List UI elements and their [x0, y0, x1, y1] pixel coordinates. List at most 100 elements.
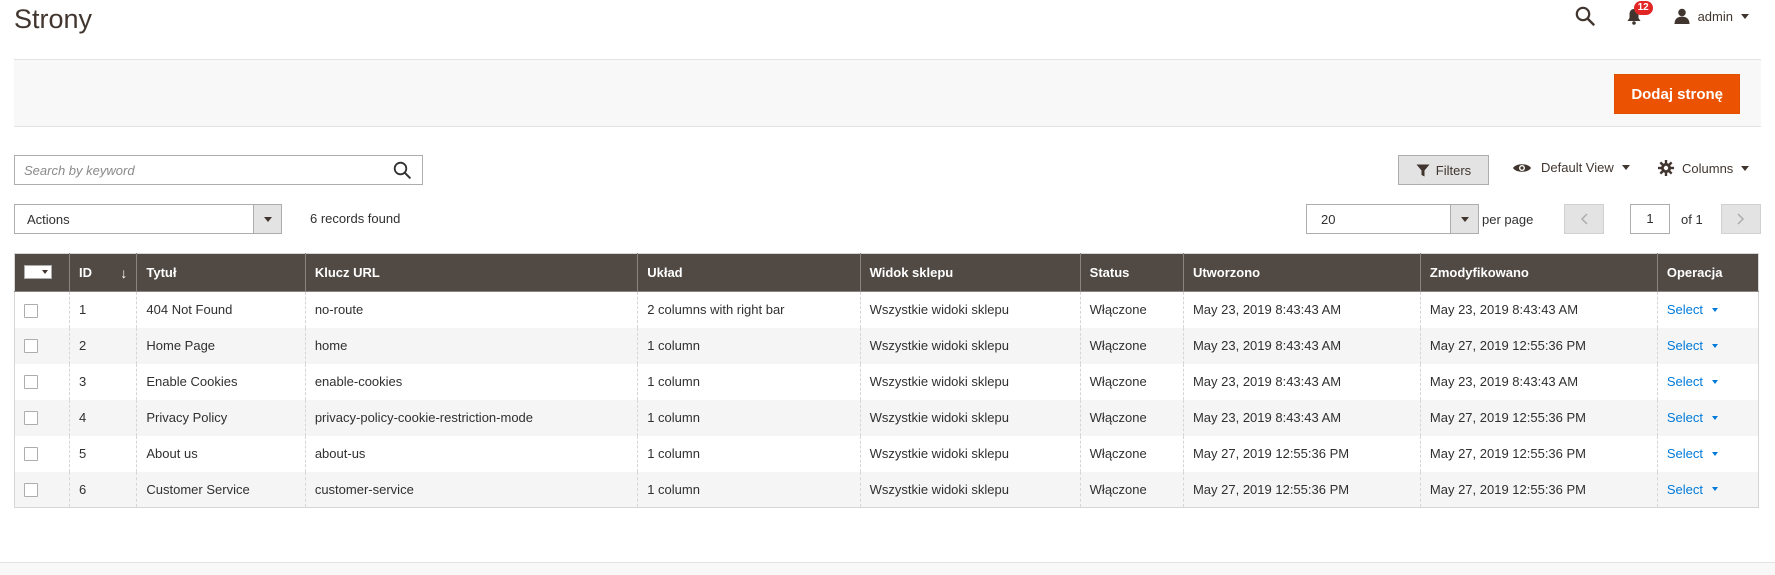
row-action-select[interactable]: Select: [1667, 482, 1718, 497]
row-action-select[interactable]: Select: [1667, 410, 1718, 425]
keyword-search: [14, 155, 423, 185]
default-view-dropdown[interactable]: Default View: [1512, 160, 1630, 175]
row-checkbox[interactable]: [24, 447, 38, 462]
cell-url-key: no-route: [304, 291, 638, 328]
search-submit-icon[interactable]: [382, 156, 422, 184]
columns-chevron-down-icon: [1741, 165, 1750, 171]
chevron-right-icon: [1737, 213, 1745, 225]
mass-select-header[interactable]: [14, 253, 70, 292]
cell-layout: 2 columns with right bar: [637, 291, 861, 328]
filters-label: Filters: [1435, 162, 1472, 178]
cell-status: Włączone: [1079, 399, 1184, 436]
cell-modified: May 27, 2019 12:55:36 PM: [1419, 435, 1658, 472]
row-action: Select: [1656, 291, 1759, 328]
row-action-select[interactable]: Select: [1667, 446, 1718, 461]
cell-created: May 23, 2019 8:43:43 AM: [1182, 291, 1421, 328]
page-actions-bar: Dodaj stronę: [14, 59, 1761, 127]
add-page-button[interactable]: Dodaj stronę: [1614, 74, 1740, 114]
user-menu[interactable]: admin: [1674, 8, 1749, 24]
row-select[interactable]: [14, 327, 70, 364]
column-header-layout[interactable]: Układ: [637, 253, 861, 292]
cell-modified: May 27, 2019 12:55:36 PM: [1419, 471, 1658, 508]
cell-id: 1: [69, 291, 137, 328]
current-page-input[interactable]: 1: [1630, 204, 1670, 234]
per-page-select[interactable]: 20: [1306, 204, 1479, 234]
cell-store-view: Wszystkie widoki sklepu: [859, 327, 1081, 364]
cell-created: May 23, 2019 8:43:43 AM: [1182, 399, 1421, 436]
row-action-select[interactable]: Select: [1667, 302, 1718, 317]
gear-icon: [1658, 160, 1674, 176]
per-page-value: 20: [1321, 211, 1336, 227]
column-header-url-key[interactable]: Klucz URL: [304, 253, 638, 292]
row-checkbox[interactable]: [24, 303, 38, 318]
table-row[interactable]: 6 Customer Service customer-service 1 co…: [14, 471, 1759, 508]
row-checkbox[interactable]: [24, 411, 38, 426]
cell-title: About us: [136, 435, 306, 472]
per-page-chevron-down-icon: [1450, 205, 1478, 233]
column-header-created[interactable]: Utworzono: [1182, 253, 1421, 292]
cell-created: May 27, 2019 12:55:36 PM: [1182, 471, 1421, 508]
cell-store-view: Wszystkie widoki sklepu: [859, 399, 1081, 436]
previous-page-button[interactable]: [1564, 204, 1604, 234]
next-page-button[interactable]: [1721, 204, 1761, 234]
row-select[interactable]: [15, 364, 70, 400]
records-found-count: 6 records found: [310, 211, 401, 226]
columns-dropdown[interactable]: Columns: [1658, 160, 1750, 176]
cell-created: May 23, 2019 8:43:43 AM: [1182, 327, 1421, 364]
cell-title: 404 Not Found: [136, 291, 306, 328]
cell-url-key: enable-cookies: [304, 363, 638, 400]
notifications-bell-icon[interactable]: 12: [1624, 1, 1653, 26]
row-checkbox[interactable]: [24, 483, 38, 498]
cell-title: Customer Service: [136, 471, 306, 508]
cell-status: Włączone: [1079, 327, 1184, 364]
cell-status: Włączone: [1079, 471, 1184, 508]
table-row[interactable]: 2 Home Page home 1 column Wszystkie wido…: [14, 327, 1759, 364]
row-checkbox[interactable]: [24, 339, 38, 354]
filters-button[interactable]: Filters: [1398, 155, 1489, 185]
cell-layout: 1 column: [637, 327, 861, 364]
row-action: Select: [1656, 435, 1759, 472]
row-select[interactable]: [14, 399, 70, 436]
table-row[interactable]: 1 404 Not Found no-route 2 columns with …: [15, 291, 1759, 328]
table-row[interactable]: 4 Privacy Policy privacy-policy-cookie-r…: [14, 399, 1759, 436]
cell-layout: 1 column: [637, 399, 861, 436]
mass-actions-label: Actions: [27, 211, 70, 227]
cell-layout: 1 column: [637, 435, 861, 472]
mass-select-checkbox[interactable]: [24, 264, 52, 279]
row-select[interactable]: [15, 292, 70, 328]
cell-url-key: privacy-policy-cookie-restriction-mode: [304, 399, 638, 436]
cell-title: Home Page: [136, 327, 306, 364]
cell-title: Enable Cookies: [136, 363, 306, 400]
cell-url-key: about-us: [304, 435, 638, 472]
column-header-modified[interactable]: Zmodyfikowano: [1419, 253, 1658, 292]
column-header-store-view[interactable]: Widok sklepu: [859, 253, 1081, 292]
column-header-id[interactable]: ID ↓: [69, 253, 137, 292]
default-view-label: Default View: [1541, 160, 1614, 175]
cell-modified: May 27, 2019 12:55:36 PM: [1419, 399, 1658, 436]
global-search-icon[interactable]: [1574, 5, 1596, 27]
table-row[interactable]: 3 Enable Cookies enable-cookies 1 column…: [15, 363, 1759, 400]
row-select[interactable]: [14, 471, 70, 508]
notifications-count-badge: 12: [1633, 1, 1653, 15]
cell-created: May 27, 2019 12:55:36 PM: [1182, 435, 1421, 472]
row-checkbox[interactable]: [24, 375, 38, 390]
search-input[interactable]: [15, 156, 382, 184]
row-select[interactable]: [15, 436, 70, 472]
eye-icon: [1513, 163, 1531, 172]
user-menu-chevron-down-icon: [1741, 13, 1749, 19]
cell-id: 2: [69, 327, 137, 364]
column-header-status[interactable]: Status: [1079, 253, 1184, 292]
table-row[interactable]: 5 About us about-us 1 column Wszystkie w…: [15, 435, 1759, 472]
page-title: Strony: [14, 4, 93, 34]
column-header-title[interactable]: Tytuł: [136, 253, 306, 292]
chevron-down-icon: [1711, 307, 1718, 312]
row-action-select[interactable]: Select: [1667, 338, 1718, 353]
mass-actions-select[interactable]: Actions: [14, 204, 282, 234]
row-action-select[interactable]: Select: [1667, 374, 1718, 389]
total-pages-label: of 1: [1681, 212, 1703, 227]
actions-chevron-down-icon: [253, 205, 281, 233]
column-header-action: Operacja: [1656, 253, 1759, 292]
cell-title: Privacy Policy: [136, 399, 306, 436]
row-action: Select: [1656, 471, 1759, 508]
cell-id: 3: [69, 363, 137, 400]
